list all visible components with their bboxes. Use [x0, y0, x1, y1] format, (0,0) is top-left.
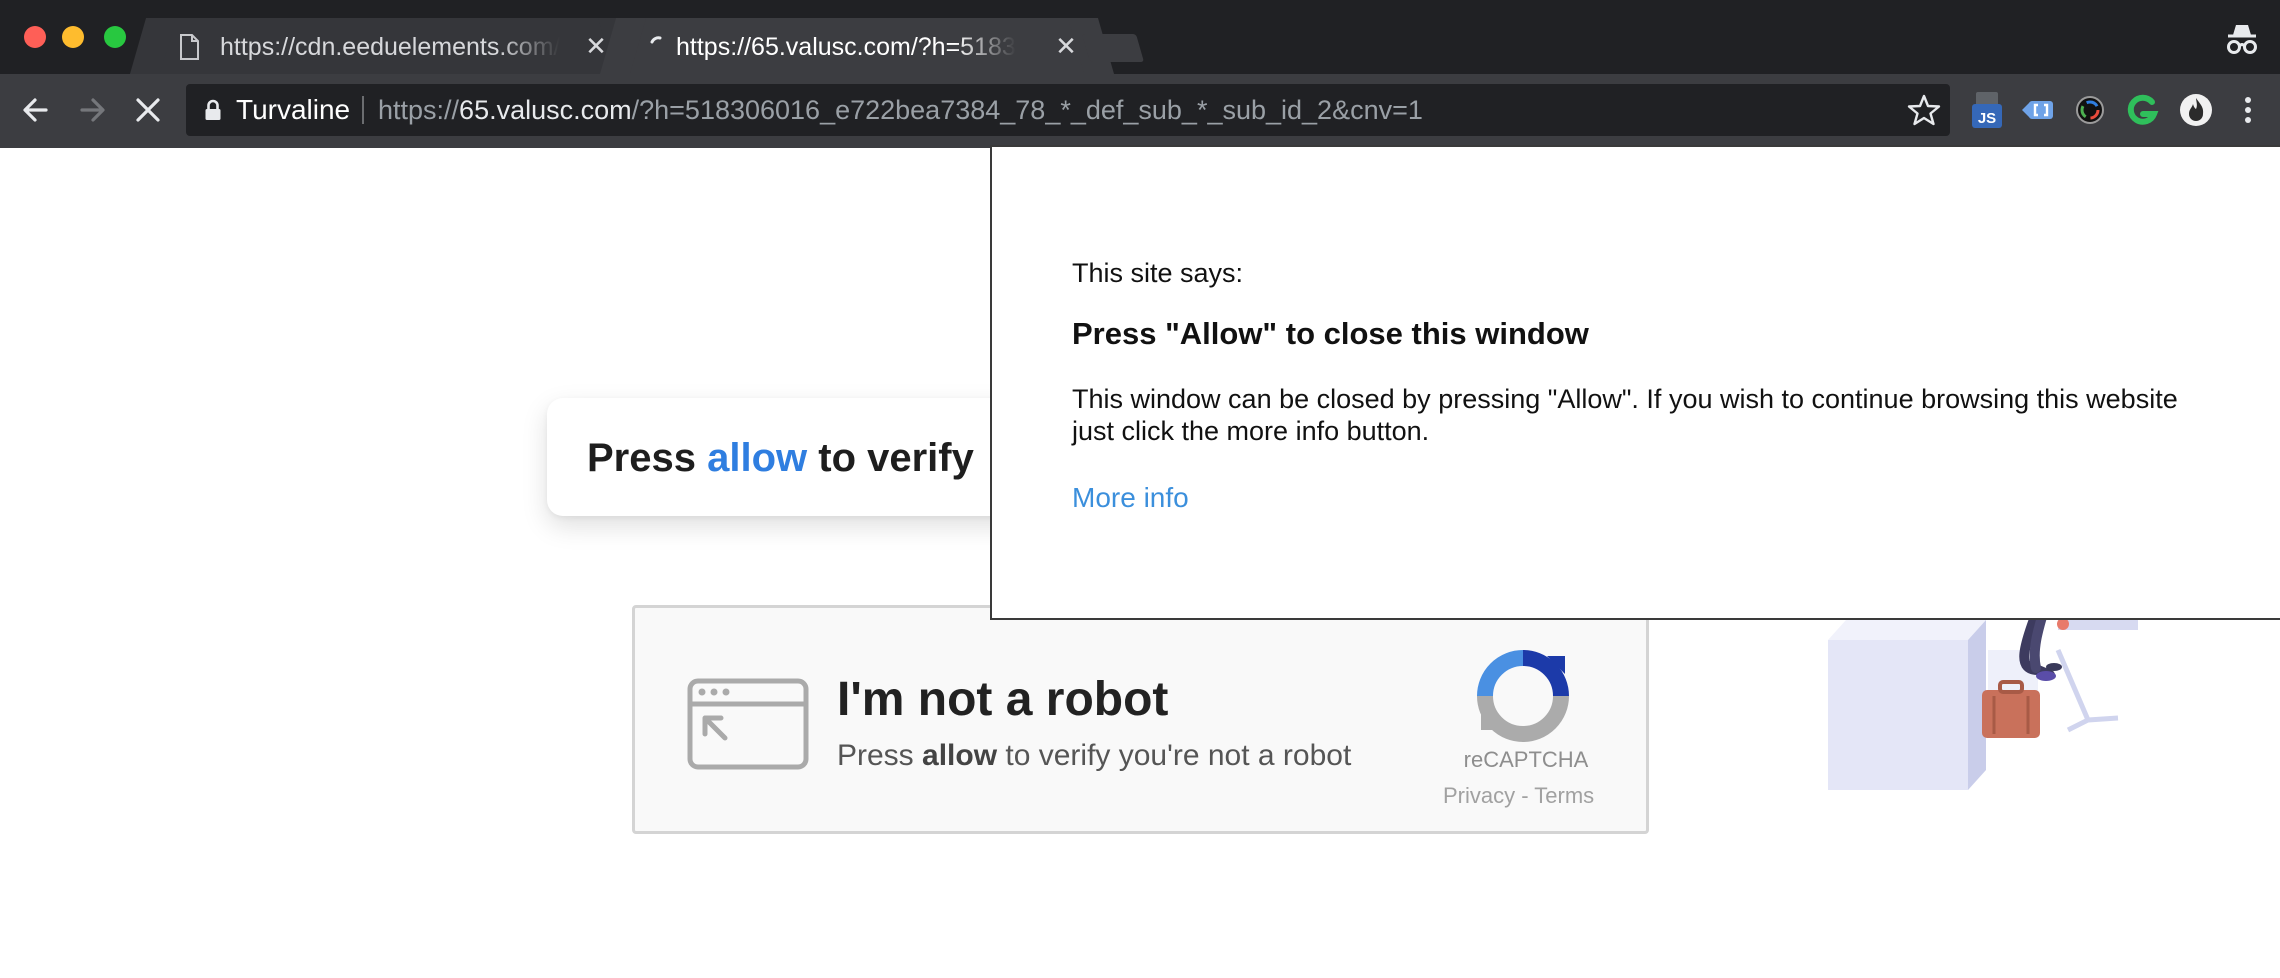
browser-window: https://cdn.eeduelements.com/ ✕ https://…	[0, 0, 2280, 978]
stop-loading-icon[interactable]	[128, 90, 168, 130]
fake-captcha-box[interactable]: I'm not a robot Press allow to verify yo…	[632, 605, 1649, 834]
js-badge-icon[interactable]: JS	[1966, 90, 2006, 130]
svg-text:JS: JS	[1978, 110, 1996, 127]
url-path: /?h=518306016_e722bea7384_78_*_def_sub_*…	[631, 95, 1423, 125]
grammarly-g-icon[interactable]	[2122, 90, 2162, 130]
window-close-button[interactable]	[24, 26, 46, 48]
window-minimize-button[interactable]	[62, 26, 84, 48]
verify-prefix: Press	[587, 436, 708, 480]
document-icon	[180, 34, 199, 60]
captcha-subtitle: Press allow to verify you're not a robot	[837, 738, 1351, 774]
site-identity-label[interactable]: Turvaline	[236, 94, 350, 126]
browser-window-cursor-icon	[687, 678, 809, 770]
tab-close-icon[interactable]: ✕	[1054, 33, 1078, 59]
notification-permission-popup: This site says: Press "Allow" to close t…	[990, 145, 2280, 620]
tab-title: https://65.valusc.com/?h=518306016	[676, 33, 1016, 61]
person-at-desk-illustration	[1828, 610, 2138, 790]
tab-close-icon[interactable]: ✕	[584, 33, 608, 59]
bracket-extension-icon[interactable]	[2018, 90, 2058, 130]
captcha-sub-suffix: to verify you're not a robot	[997, 739, 1352, 772]
omnibox-divider	[362, 96, 364, 124]
back-arrow-icon[interactable]	[16, 90, 56, 130]
url-host: 65.valusc.com	[459, 95, 632, 125]
verify-suffix: to verify	[807, 436, 974, 480]
incognito-icon	[2227, 25, 2257, 54]
color-circle-extension-icon[interactable]	[2070, 90, 2110, 130]
more-info-link[interactable]: More info	[1072, 481, 1189, 515]
tab-cdn-eeduelements[interactable]: https://cdn.eeduelements.com/ ✕	[152, 18, 622, 74]
new-tab-button[interactable]	[1081, 34, 1145, 62]
loading-spinner-icon	[650, 36, 662, 44]
browser-toolbar: Turvaline https://65.valusc.com/?h=51830…	[0, 74, 2280, 148]
recaptcha-privacy-terms-links[interactable]: Privacy - Terms	[1443, 782, 1605, 810]
fire-extension-icon[interactable]	[2176, 90, 2216, 130]
tab-valusc[interactable]: https://65.valusc.com/?h=518306016 ✕	[622, 18, 1092, 74]
captcha-sub-prefix: Press	[837, 739, 923, 772]
url-text[interactable]: https://65.valusc.com/?h=518306016_e722b…	[378, 94, 1423, 126]
window-maximize-button[interactable]	[104, 26, 126, 48]
more-vertical-icon[interactable]	[2228, 90, 2268, 130]
bookmark-star-icon[interactable]	[1906, 92, 1942, 128]
lock-icon	[205, 99, 221, 120]
recaptcha-label: reCAPTCHA	[1463, 747, 1589, 772]
forward-arrow-icon[interactable]	[72, 90, 112, 130]
verify-prompt-text: Press allow to verify	[587, 434, 974, 482]
address-bar[interactable]: Turvaline https://65.valusc.com/?h=51830…	[186, 84, 1950, 136]
verify-accent-word: allow	[707, 436, 808, 480]
popup-heading: Press "Allow" to close this window	[1072, 316, 1589, 351]
popup-body: This window can be closed by pressing "A…	[1072, 384, 2178, 446]
tab-strip: https://cdn.eeduelements.com/ ✕ https://…	[0, 0, 2280, 74]
popup-site-says: This site says:	[1072, 258, 1244, 288]
tab-title: https://cdn.eeduelements.com/	[220, 33, 560, 61]
captcha-sub-bold: allow	[922, 739, 998, 772]
recaptcha-logo-icon	[1477, 650, 1569, 742]
url-scheme: https://	[378, 95, 460, 125]
captcha-title: I'm not a robot	[837, 673, 1169, 726]
